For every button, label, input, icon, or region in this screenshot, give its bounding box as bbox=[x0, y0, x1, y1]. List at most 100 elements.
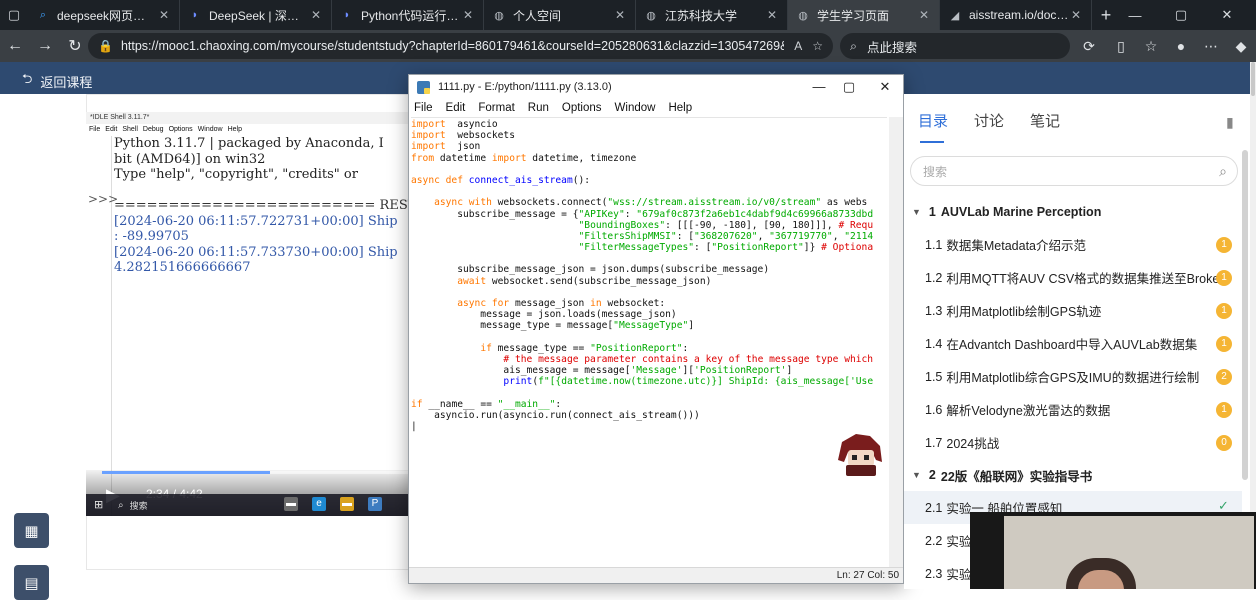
notes-button[interactable]: ▤ bbox=[14, 565, 49, 600]
panel-tab[interactable]: 目录 bbox=[918, 110, 948, 143]
editor-menu-file[interactable]: File bbox=[414, 102, 433, 114]
code-token: websockets bbox=[445, 130, 515, 142]
editor-menu-format[interactable]: Format bbox=[478, 102, 514, 114]
favorite-star-icon[interactable]: ☆ bbox=[812, 39, 823, 53]
minimize-button[interactable]: — bbox=[1112, 0, 1158, 30]
browser-tab[interactable]: ◍ 个人空间 ✕ bbox=[484, 0, 636, 30]
url-text[interactable]: https://mooc1.chaoxing.com/mycourse/stud… bbox=[121, 39, 784, 53]
code-token: 'PositionReport' bbox=[694, 365, 787, 377]
video-taskbar: ⊞ ⌕ 搜索 ▬ e ▬ P bbox=[86, 494, 410, 516]
code-line: message_type = message["MessageType"] bbox=[411, 320, 887, 331]
idle-shell-output: Python 3.11.7 | packaged by Anaconda, Ib… bbox=[114, 136, 410, 276]
editor-menu-window[interactable]: Window bbox=[615, 102, 656, 114]
code-token: __name__ == bbox=[422, 398, 498, 410]
copilot-icon[interactable]: ◆ bbox=[1226, 30, 1256, 62]
browser-tab[interactable]: ◢ aisstream.io/document✕ bbox=[940, 0, 1092, 30]
close-tab-icon[interactable]: ✕ bbox=[613, 8, 627, 22]
chapter-heading[interactable]: ▼ 1 AUVLab Marine Perception bbox=[904, 196, 1242, 228]
collapse-panel-icon[interactable]: ▮ bbox=[1226, 114, 1234, 131]
address-bar[interactable]: 🔒 https://mooc1.chaoxing.com/mycourse/st… bbox=[88, 33, 833, 59]
code-token: import bbox=[411, 141, 446, 153]
browser-search-box[interactable]: ⌕ 点此搜索 bbox=[840, 33, 1070, 59]
more-menu-icon[interactable]: ⋯ bbox=[1196, 30, 1226, 62]
aisstream-icon: ◢ bbox=[950, 9, 960, 22]
browser-tab[interactable]: ◗ Python代码运行方法详✕ bbox=[332, 0, 484, 30]
close-tab-icon[interactable]: ✕ bbox=[917, 8, 931, 22]
editor-menu-edit[interactable]: Edit bbox=[446, 102, 466, 114]
maximize-button[interactable]: ▢ bbox=[1158, 0, 1204, 30]
python-file-icon bbox=[417, 80, 430, 94]
section-item[interactable]: 1.2 利用MQTT将AUV CSV格式的数据集推送至Broker 1 bbox=[904, 261, 1242, 294]
editor-maximize-button[interactable]: ▢ bbox=[839, 78, 859, 96]
code-editor[interactable]: import asyncio import websockets import js… bbox=[411, 117, 887, 567]
code-token: as webs bbox=[821, 197, 868, 209]
panel-tab[interactable]: 笔记 bbox=[1030, 110, 1060, 131]
chapter-search-input[interactable]: 搜索 ⌕ bbox=[910, 156, 1238, 186]
section-item[interactable]: 1.6 解析Velodyne激光雷达的数据 1 bbox=[904, 393, 1242, 426]
idle-menu-item[interactable]: Shell bbox=[122, 124, 138, 136]
video-player[interactable]: *IDLE Shell 3.11.7* File Edit Shell Debug Op… bbox=[86, 112, 410, 516]
close-tab-icon[interactable]: ✕ bbox=[765, 8, 779, 22]
idle-menu-item[interactable]: Help bbox=[228, 124, 242, 136]
code-line: print(f"[{datetime.now(timezone.utc)}] S… bbox=[411, 376, 887, 387]
section-title: 利用Matplotlib绘制GPS轨迹 bbox=[946, 305, 1102, 319]
idle-menu-item[interactable]: Debug bbox=[143, 124, 164, 136]
chevron-down-icon[interactable]: ▼ bbox=[912, 470, 921, 480]
chapter-heading[interactable]: ▼ 2 22版《船联网》实验指导书 bbox=[904, 459, 1242, 491]
chapter-title: AUVLab Marine Perception bbox=[940, 205, 1102, 219]
editor-scrollbar[interactable] bbox=[889, 117, 903, 567]
browser-tab[interactable]: ◍ 江苏科技大学 ✕ bbox=[636, 0, 788, 30]
close-tab-icon[interactable]: ✕ bbox=[461, 8, 475, 22]
code-token: f"[{datetime.now(timezone.utc)}] ShipId:… bbox=[538, 376, 874, 388]
browser-tab[interactable]: ◍ 学生学习页面 ✕ bbox=[788, 0, 940, 30]
idle-menu-item[interactable]: Edit bbox=[105, 124, 117, 136]
globe-icon: ◍ bbox=[494, 9, 504, 22]
idle-editor-window[interactable]: 1111.py - E:/python/1111.py (3.13.0) — ▢… bbox=[408, 74, 904, 584]
editor-close-button[interactable]: ✕ bbox=[875, 78, 895, 96]
close-tab-icon[interactable]: ✕ bbox=[309, 8, 323, 22]
section-number: 2.3 bbox=[925, 566, 943, 581]
favorites-icon[interactable]: ☆ bbox=[1136, 30, 1166, 62]
chapter-list-scrollbar[interactable] bbox=[1242, 150, 1248, 480]
tab-actions-icon[interactable]: ▢ bbox=[0, 0, 28, 30]
editor-menu-help[interactable]: Help bbox=[668, 102, 692, 114]
code-token: async def bbox=[411, 174, 463, 186]
close-tab-icon[interactable]: ✕ bbox=[157, 8, 171, 22]
read-aloud-icon[interactable]: A bbox=[794, 39, 802, 53]
chevron-down-icon[interactable]: ▼ bbox=[912, 207, 921, 217]
search-icon[interactable]: ⌕ bbox=[1219, 163, 1227, 180]
close-window-button[interactable]: ✕ bbox=[1204, 0, 1250, 30]
editor-menu-options[interactable]: Options bbox=[562, 102, 602, 114]
code-line: message = json.loads(message_json) bbox=[411, 309, 887, 320]
browser-tab[interactable]: ⌕ deepseek网页版 - 搜索✕ bbox=[28, 0, 180, 30]
section-title: 实验 bbox=[946, 535, 972, 549]
folder-icon: ▬ bbox=[340, 497, 354, 511]
grid-menu-button[interactable]: ▦ bbox=[14, 513, 49, 548]
section-item[interactable]: 1.7 2024挑战 0 bbox=[904, 426, 1242, 459]
panel-tab[interactable]: 讨论 bbox=[974, 110, 1004, 131]
video-progress-bar[interactable] bbox=[102, 471, 410, 474]
idle-menu-item[interactable]: Window bbox=[198, 124, 223, 136]
section-item[interactable]: 1.5 利用Matplotlib综合GPS及IMU的数据进行绘制 2 bbox=[904, 360, 1242, 393]
idle-menu-item[interactable]: File bbox=[89, 124, 100, 136]
back-button[interactable]: ← bbox=[0, 30, 30, 62]
idle-menu-item[interactable]: Options bbox=[169, 124, 193, 136]
forward-button[interactable]: → bbox=[30, 30, 60, 62]
section-item[interactable]: 1.3 利用Matplotlib绘制GPS轨迹 1 bbox=[904, 294, 1242, 327]
editor-minimize-button[interactable]: — bbox=[809, 78, 829, 96]
back-to-course-link[interactable]: ⮌ 返回课程 bbox=[22, 70, 92, 92]
python-icon: P bbox=[368, 497, 382, 511]
page-scrollbar[interactable] bbox=[1250, 62, 1256, 589]
code-token: from bbox=[411, 152, 435, 164]
extensions-icon[interactable]: ⟳ bbox=[1074, 30, 1104, 62]
editor-menu-run[interactable]: Run bbox=[528, 102, 549, 114]
section-item[interactable]: 1.4 在Advantch Dashboard中导入AUVLab数据集 1 bbox=[904, 327, 1242, 360]
refresh-button[interactable]: ↻ bbox=[60, 30, 90, 62]
section-item[interactable]: 1.1 数据集Metadata介绍示范 1 bbox=[904, 228, 1242, 261]
split-screen-icon[interactable]: ▯ bbox=[1106, 30, 1136, 62]
chapter-search-placeholder: 搜索 bbox=[923, 164, 948, 179]
browser-tab[interactable]: ◗ DeepSeek | 深度求索✕ bbox=[180, 0, 332, 30]
profile-avatar-icon[interactable]: ● bbox=[1166, 30, 1196, 62]
close-tab-icon[interactable]: ✕ bbox=[1069, 8, 1083, 22]
